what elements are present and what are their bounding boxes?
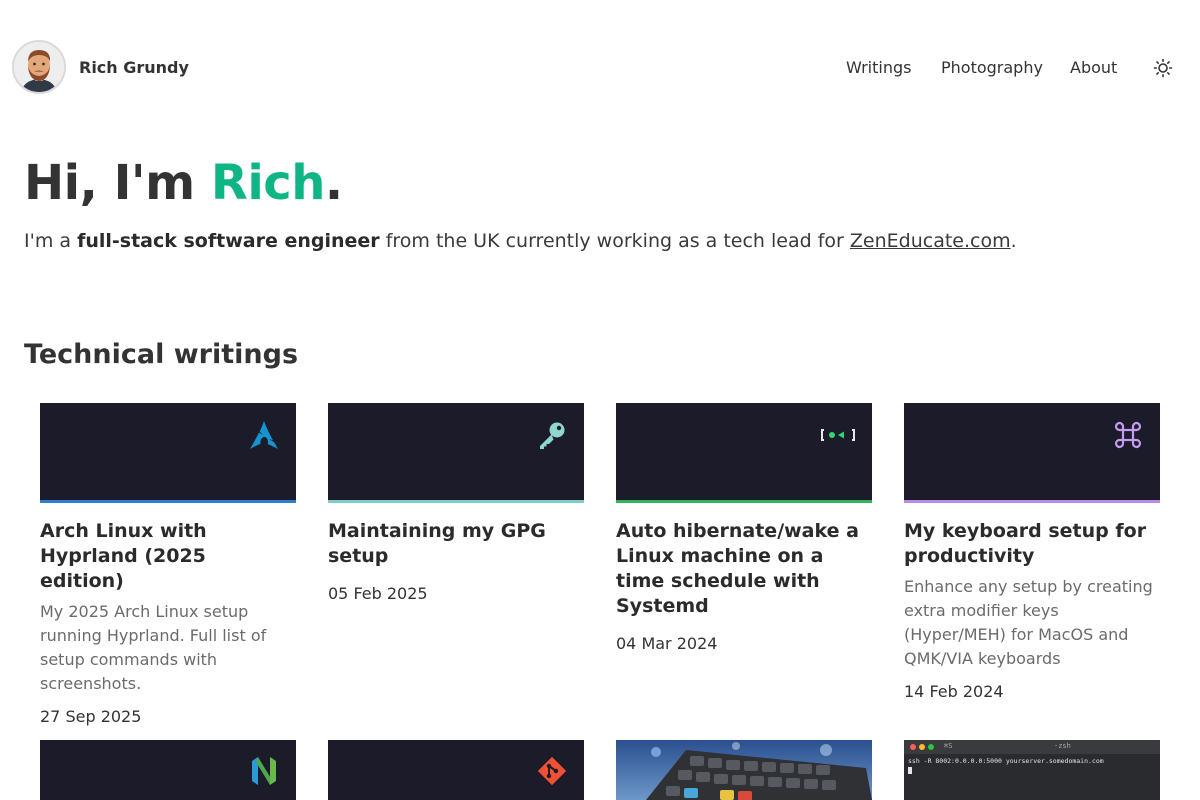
article-title[interactable]: Arch Linux with Hyprland (2025 edition) [40, 519, 296, 594]
article-card[interactable] [328, 740, 584, 800]
maximize-dot-icon [928, 744, 934, 750]
arch-linux-icon [250, 421, 278, 449]
article-card[interactable]: Arch Linux with Hyprland (2025 edition) … [40, 403, 296, 728]
terminal-command: ssh -R 8002:0.0.0.0:5000 yourserver.some… [908, 757, 1104, 765]
article-card[interactable] [616, 740, 872, 800]
keyboard-photo [616, 740, 872, 800]
close-dot-icon [910, 744, 916, 750]
hero-subtitle: I'm a full-stack software engineer from … [24, 228, 1017, 254]
key-icon [540, 422, 565, 449]
hero-greeting-prefix: Hi, I'm [24, 155, 211, 211]
zeneducate-link[interactable]: ZenEducate.com [850, 230, 1011, 252]
hero-sub-middle: from the UK currently working as a tech … [379, 230, 850, 252]
article-description: My 2025 Arch Linux setup running Hyprlan… [40, 602, 267, 693]
nav-photography[interactable]: Photography [941, 58, 1043, 78]
section-title-writings: Technical writings [24, 339, 299, 370]
terminal-screenshot: ⌘S -zsh ssh -R 8002:0.0.0.0:5000 yourser… [904, 740, 1160, 800]
avatar[interactable] [12, 40, 66, 94]
article-date: 14 Feb 2024 [904, 682, 1004, 701]
command-key-icon [1114, 421, 1142, 449]
article-title[interactable]: Auto hibernate/wake a Linux machine on a… [616, 519, 872, 619]
hero-sub-suffix: . [1010, 230, 1017, 252]
hero-sub-prefix: I'm a [24, 230, 78, 252]
terminal-cursor [908, 767, 912, 774]
nav-about[interactable]: About [1070, 58, 1117, 78]
article-title[interactable]: My keyboard setup for productivity [904, 519, 1160, 569]
neovim-icon [252, 757, 276, 785]
article-title[interactable]: Maintaining my GPG setup [328, 519, 584, 569]
hero-greeting-suffix: . [324, 155, 343, 211]
hero-title: Hi, I'm Rich. [24, 152, 343, 214]
nav-writings[interactable]: Writings [846, 58, 911, 78]
systemd-icon [821, 429, 855, 441]
article-card[interactable]: Maintaining my GPG setup 05 Feb 2025 [328, 403, 584, 605]
terminal-titlebar [904, 740, 1160, 754]
minimize-dot-icon [919, 744, 925, 750]
terminal-tab-label: ⌘S [944, 742, 953, 750]
article-date: 04 Mar 2024 [616, 634, 718, 653]
article-date: 05 Feb 2025 [328, 584, 428, 603]
site-name[interactable]: Rich Grundy [79, 58, 189, 78]
hero-sub-role: full-stack software engineer [77, 230, 380, 252]
theme-toggle-button[interactable] [1153, 58, 1173, 78]
site-header: Rich Grundy Writings Photography About [0, 0, 1200, 136]
article-thumbnail [616, 403, 872, 503]
sun-icon [1153, 58, 1173, 78]
article-thumbnail [328, 403, 584, 503]
avatar-illustration [14, 42, 64, 92]
article-thumbnail [40, 403, 296, 503]
article-card[interactable]: My keyboard setup for productivity Enhan… [904, 403, 1160, 703]
article-description: Enhance any setup by creating extra modi… [904, 577, 1153, 668]
article-thumbnail [904, 403, 1160, 503]
terminal-title: -zsh [1054, 742, 1071, 750]
git-icon [537, 756, 567, 786]
article-card[interactable]: ⌘S -zsh ssh -R 8002:0.0.0.0:5000 yourser… [904, 740, 1160, 800]
hero-name: Rich [210, 155, 326, 211]
article-card[interactable]: Auto hibernate/wake a Linux machine on a… [616, 403, 872, 655]
article-date: 27 Sep 2025 [40, 707, 142, 726]
article-card[interactable] [40, 740, 296, 800]
